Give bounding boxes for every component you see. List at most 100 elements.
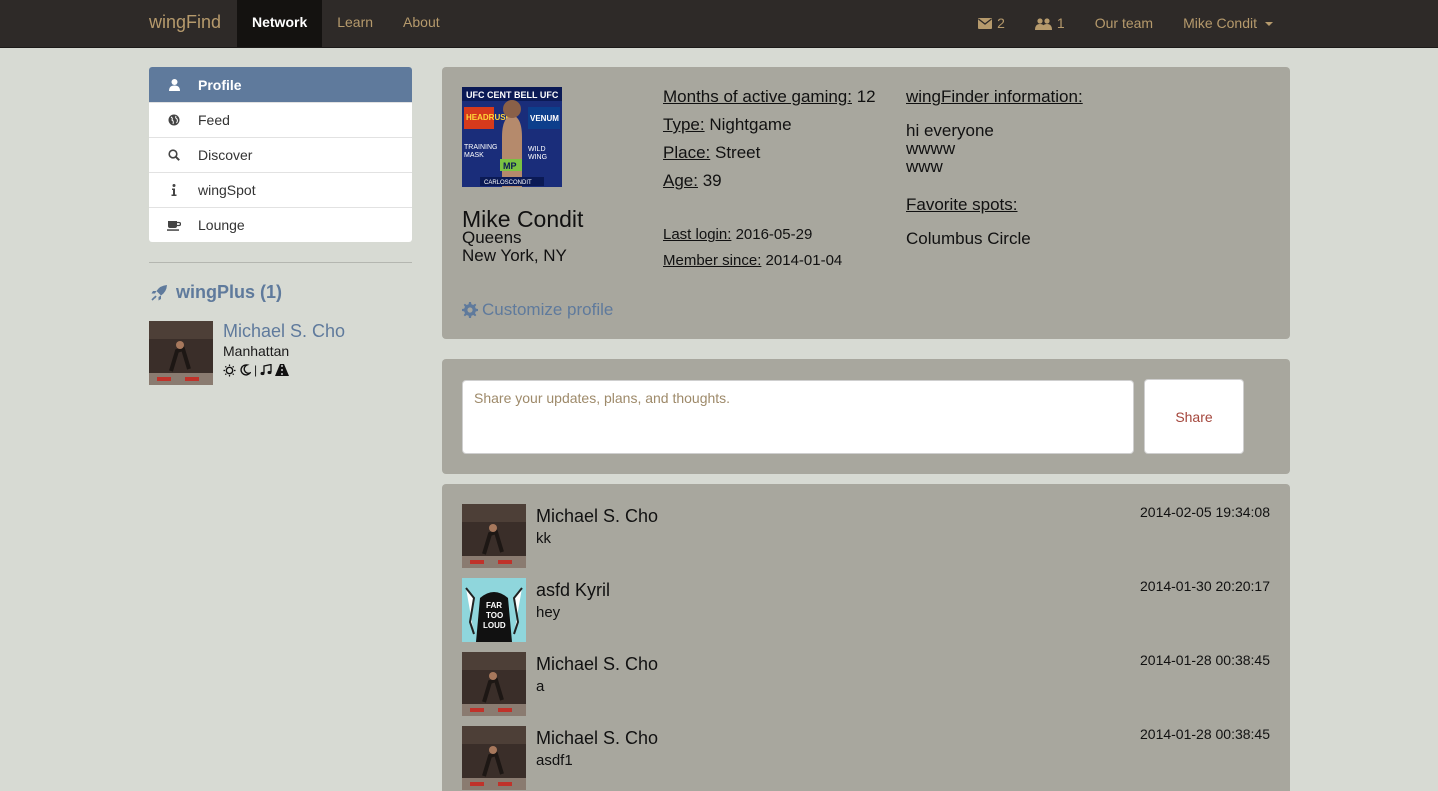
post-text: a: [536, 678, 545, 695]
sidebar-item-lounge[interactable]: Lounge: [149, 207, 412, 242]
feed-post: Michael S. Cho a 2014-01-28 00:38:45: [462, 652, 1270, 716]
spots-heading: Favorite spots:: [906, 195, 1018, 214]
profile-photo: UFC CENT BELL UFC HEADRUSH VENUM MP TRAI…: [462, 87, 562, 187]
avatar[interactable]: [149, 321, 213, 385]
caret-down-icon: [1265, 21, 1273, 26]
feed-post: Michael S. Cho asdf1 2014-01-28 00:38:45: [462, 726, 1270, 790]
last-login-value: 2016-05-29: [735, 226, 813, 243]
sun-icon: [223, 364, 236, 376]
nav-network[interactable]: Network: [237, 0, 323, 47]
svg-text:WILD: WILD: [528, 146, 546, 153]
sidebar-item-discover[interactable]: Discover: [149, 137, 412, 172]
place-value: Street: [714, 143, 761, 162]
customize-profile-link[interactable]: Customize profile: [462, 300, 613, 320]
wingplus-user-card: Michael S. Cho Manhattan |: [149, 321, 345, 385]
avatar[interactable]: [462, 726, 526, 790]
sidebar-item-label: Discover: [198, 147, 253, 163]
member-since-value: 2014-01-04: [765, 252, 843, 269]
age-value: 39: [702, 171, 722, 190]
sidebar-item-label: Feed: [198, 112, 230, 128]
svg-text:TRAINING: TRAINING: [464, 144, 497, 151]
profile-city: Queens: [462, 228, 522, 247]
messages-button[interactable]: 2: [963, 0, 1020, 47]
feed-post: FAR TOO LOUD asfd Kyril hey 2014-01-30 2…: [462, 578, 1270, 642]
music-icon: [260, 364, 272, 376]
customize-profile-label: Customize profile: [482, 300, 614, 319]
user-menu-dropdown[interactable]: Mike Condit: [1168, 0, 1288, 47]
globe-icon: [167, 114, 181, 126]
nav-about[interactable]: About: [388, 0, 455, 47]
friends-button[interactable]: 1: [1020, 0, 1080, 47]
info-line: wwww: [906, 139, 956, 158]
post-timestamp: 2014-01-30 20:20:17: [1140, 578, 1270, 594]
nav-learn[interactable]: Learn: [322, 0, 388, 47]
wingplus-user-name[interactable]: Michael S. Cho: [223, 321, 345, 342]
brand-logo[interactable]: wingFind: [149, 12, 221, 33]
spots-value: Columbus Circle: [906, 229, 1031, 248]
profile-details: Months of active gaming: 12 Type: Nightg…: [663, 86, 876, 276]
messages-count: 2: [997, 15, 1005, 31]
svg-text:FAR: FAR: [486, 601, 502, 610]
envelope-icon: [978, 18, 993, 29]
svg-text:MASK: MASK: [464, 152, 484, 159]
sidebar-item-label: wingSpot: [198, 182, 256, 198]
post-author[interactable]: Michael S. Cho: [536, 506, 658, 527]
avatar[interactable]: FAR TOO LOUD: [462, 578, 526, 642]
post-timestamp: 2014-01-28 00:38:45: [1140, 652, 1270, 668]
last-login-label: Last login:: [663, 226, 732, 243]
moon-icon: [240, 364, 251, 376]
gear-icon: [462, 302, 478, 318]
info-heading: wingFinder information:: [906, 87, 1083, 106]
sidebar-item-profile[interactable]: Profile: [149, 67, 412, 102]
post-author[interactable]: Michael S. Cho: [536, 728, 658, 749]
search-icon: [167, 149, 181, 161]
info-line: hi everyone: [906, 121, 994, 140]
svg-text:HEADRUSH: HEADRUSH: [466, 113, 512, 122]
post-author[interactable]: Michael S. Cho: [536, 654, 658, 675]
sidebar-item-label: Profile: [198, 76, 242, 93]
wingplus-heading-text: wingPlus (1): [176, 282, 283, 302]
sidebar-item-label: Lounge: [198, 217, 245, 233]
wingfinder-info: wingFinder information: hi everyone wwww…: [906, 86, 1083, 248]
info-line: www: [906, 157, 943, 176]
sidebar-divider: [149, 262, 412, 263]
feed-post: Michael S. Cho kk 2014-02-05 19:34:08: [462, 504, 1270, 568]
months-value: 12: [856, 87, 876, 106]
svg-text:MP: MP: [503, 161, 517, 171]
type-value: Nightgame: [709, 115, 792, 134]
avatar[interactable]: [462, 652, 526, 716]
icon-separator: |: [254, 363, 258, 377]
months-label: Months of active gaming:: [663, 87, 852, 106]
profile-state: New York, NY: [462, 246, 567, 265]
post-author[interactable]: asfd Kyril: [536, 580, 610, 601]
user-icon: [167, 78, 181, 91]
share-panel: Share: [442, 359, 1290, 474]
post-timestamp: 2014-02-05 19:34:08: [1140, 504, 1270, 520]
feed-panel: Michael S. Cho kk 2014-02-05 19:34:08 FA…: [442, 484, 1290, 791]
main-nav: Network Learn About: [237, 0, 455, 47]
svg-text:UFC CENT BELL UFC: UFC CENT BELL UFC: [466, 90, 559, 100]
sidebar-item-feed[interactable]: Feed: [149, 102, 412, 137]
svg-text:CARLOSCONDIT: CARLOSCONDIT: [484, 180, 532, 186]
wingplus-heading: wingPlus (1): [151, 282, 282, 303]
user-nav: 2 1 Our team Mike Condit: [963, 0, 1288, 47]
users-icon: [1034, 17, 1052, 30]
svg-text:TOO: TOO: [486, 611, 503, 620]
top-navbar: wingFind Network Learn About 2 1 Our tea…: [0, 0, 1438, 48]
sidebar-item-wingspot[interactable]: wingSpot: [149, 172, 412, 207]
type-label: Type:: [663, 115, 705, 134]
svg-text:WING: WING: [528, 154, 547, 161]
friends-count: 1: [1056, 15, 1065, 31]
info-icon: [167, 184, 181, 196]
profile-panel: UFC CENT BELL UFC HEADRUSH VENUM MP TRAI…: [442, 67, 1290, 339]
avatar[interactable]: [462, 504, 526, 568]
our-team-link[interactable]: Our team: [1080, 0, 1168, 47]
wingplus-user-location: Manhattan: [223, 343, 290, 359]
place-label: Place:: [663, 143, 711, 162]
post-text: hey: [536, 604, 561, 621]
share-button[interactable]: Share: [1144, 379, 1244, 454]
sidebar-nav: Profile Feed Discover wingSpot Lounge: [149, 67, 412, 242]
share-input[interactable]: [462, 380, 1134, 454]
member-since-label: Member since:: [663, 252, 762, 269]
svg-text:LOUD: LOUD: [483, 621, 506, 630]
